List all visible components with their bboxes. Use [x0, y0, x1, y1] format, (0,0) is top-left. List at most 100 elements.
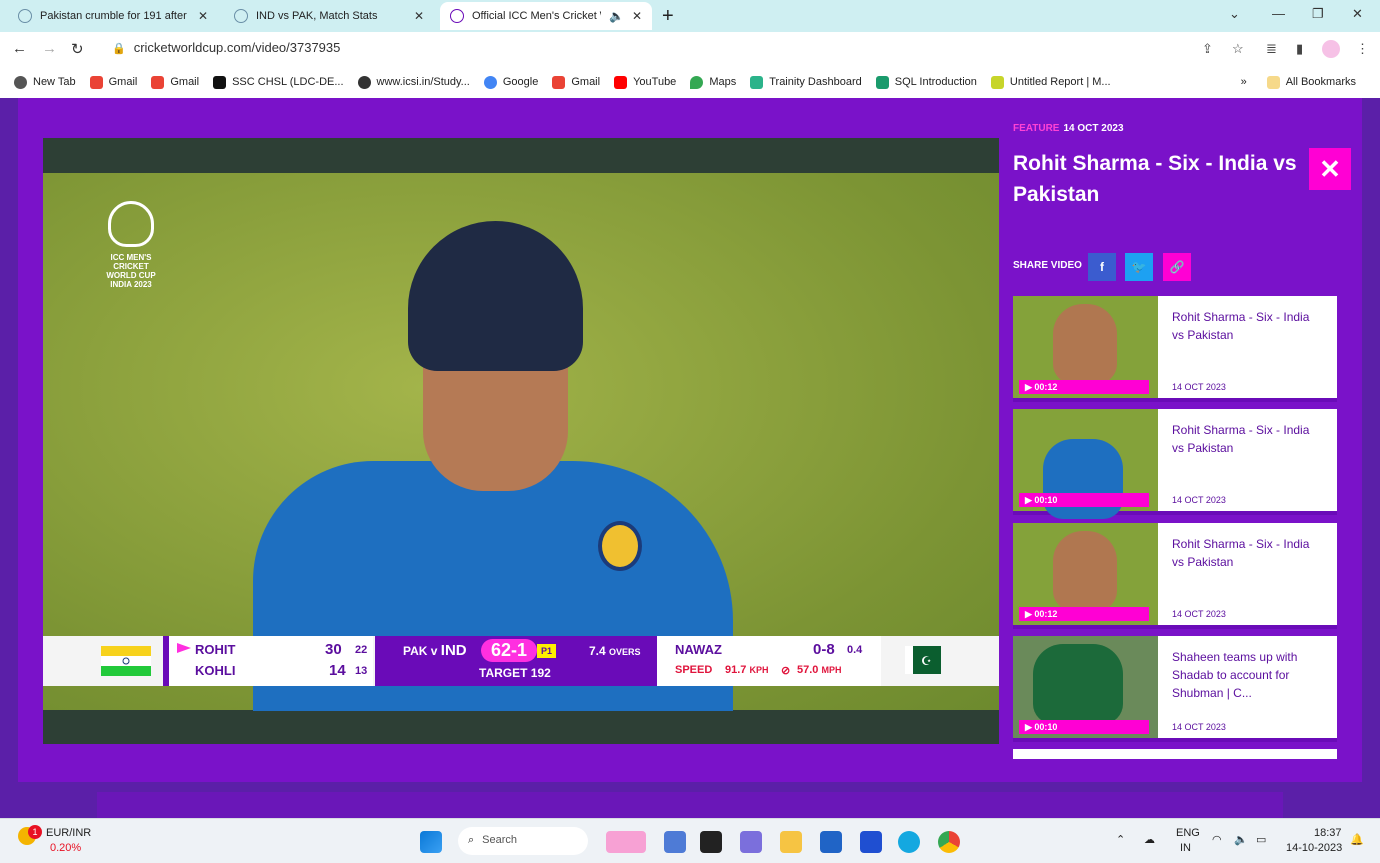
forward-icon[interactable]: → — [42, 40, 57, 57]
close-tab-icon[interactable]: ✕ — [414, 9, 424, 23]
speaker-icon[interactable]: 🔈 — [609, 9, 624, 23]
teams-icon[interactable] — [740, 831, 762, 853]
bookmark-item[interactable]: YouTube — [614, 75, 676, 89]
app-icon[interactable] — [700, 831, 722, 853]
india-flag-icon — [101, 646, 151, 676]
share-label: SHARE VIDEO — [1013, 260, 1082, 271]
browser-tab[interactable]: IND vs PAK, Match Stats ✕ — [224, 2, 438, 30]
maximize-button[interactable]: ❐ — [1312, 6, 1324, 22]
batters-panel: ROHIT 30 22 KOHLI 14 13 — [163, 636, 373, 686]
app-icon[interactable] — [898, 831, 920, 853]
notification-bell-icon[interactable]: 🔔 — [1350, 833, 1364, 846]
store-icon[interactable] — [820, 831, 842, 853]
profile-avatar[interactable] — [1322, 40, 1340, 58]
tab-title: IND vs PAK, Match Stats — [256, 10, 378, 22]
tab-title: Official ICC Men's Cricket W — [472, 10, 601, 22]
volume-icon[interactable]: 🔈 — [1234, 833, 1248, 846]
app-icon[interactable] — [860, 831, 882, 853]
tab-search-icon[interactable]: ⌄ — [1229, 6, 1240, 22]
bookmark-item[interactable]: Untitled Report | M... — [990, 75, 1111, 89]
cloud-icon[interactable]: ☁ — [1144, 833, 1155, 846]
search-icon: ⌕ — [468, 834, 475, 846]
site-favicon-icon — [234, 9, 248, 23]
taskbar-search[interactable]: ⌕ Search — [458, 827, 588, 855]
bookmark-item[interactable]: Maps — [690, 75, 736, 89]
ball-icon: ⊘ — [781, 665, 791, 677]
chrome-icon[interactable] — [938, 831, 960, 853]
sidebar-icon[interactable]: ▮ — [1296, 41, 1303, 57]
bookmarks-bar: New Tab Gmail Gmail SSC CHSL (LDC-DE... … — [0, 68, 1380, 96]
url-field[interactable]: 🔒 cricketworldcup.com/video/3737935 — [112, 40, 340, 55]
close-modal-button[interactable]: ✕ — [1309, 148, 1351, 190]
bowler-panel: NAWAZ 0-8 0.4 SPEED 91.7 KPH ⊘ 57.0 MPH — [657, 636, 881, 686]
player-head-shape — [1043, 439, 1123, 519]
minimize-button[interactable]: — — [1272, 6, 1285, 21]
youtube-icon — [614, 75, 628, 89]
globe-icon — [357, 75, 371, 89]
language-indicator[interactable]: ENG — [1176, 827, 1200, 839]
facebook-share-icon[interactable]: f — [1088, 253, 1116, 281]
gmail-icon — [151, 75, 165, 89]
browser-chrome: Pakistan crumble for 191 after s ✕ IND v… — [0, 0, 1380, 98]
related-video-card[interactable]: ▶ 00:10 Rohit Sharma - Six - India vs Pa… — [1013, 409, 1337, 519]
bookmark-item[interactable]: Gmail — [89, 75, 137, 89]
bookmark-item[interactable]: Google — [483, 75, 538, 89]
powerplay-badge: P1 — [537, 643, 557, 658]
related-video-card[interactable]: ▶ 00:10 Shaheen teams up with Shadab to … — [1013, 636, 1337, 742]
reload-icon[interactable]: ↻ — [71, 40, 84, 58]
report-icon — [990, 75, 1004, 89]
bookmark-item[interactable]: Gmail — [151, 75, 199, 89]
close-tab-icon[interactable]: ✕ — [632, 9, 642, 23]
battery-icon[interactable]: ▭ — [1256, 833, 1266, 846]
bookmark-item[interactable]: www.icsi.in/Study... — [357, 75, 470, 89]
windows-start-icon[interactable] — [420, 831, 442, 853]
ticker-name[interactable]: EUR/INR — [46, 827, 91, 839]
file-explorer-icon[interactable] — [780, 831, 802, 853]
bookmark-item[interactable]: SSC CHSL (LDC-DE... — [213, 75, 344, 89]
notification-badge: 1 — [28, 825, 42, 839]
clock-date: 14-10-2023 — [1286, 842, 1343, 854]
google-icon — [483, 75, 497, 89]
copilot-icon[interactable] — [664, 831, 686, 853]
media-icon[interactable]: ≣ — [1266, 41, 1277, 57]
browser-tab-active[interactable]: Official ICC Men's Cricket W 🔈 ✕ — [440, 2, 652, 30]
back-icon[interactable]: ← — [12, 40, 27, 57]
related-video-card[interactable]: ▶ 00:12 Rohit Sharma - Six - India vs Pa… — [1013, 523, 1337, 629]
lock-icon: 🔒 — [112, 43, 126, 55]
more-bookmarks-button[interactable]: » — [1241, 76, 1247, 88]
new-tab-button[interactable]: + — [662, 5, 674, 28]
copy-link-icon[interactable]: 🔗 — [1163, 253, 1191, 281]
bookmark-item[interactable]: Gmail — [552, 75, 600, 89]
clock-time[interactable]: 18:37 — [1314, 827, 1342, 839]
related-video-card[interactable] — [1013, 749, 1337, 759]
menu-icon[interactable]: ⋮ — [1356, 41, 1369, 57]
bookmark-item[interactable]: Trainity Dashboard — [750, 75, 862, 89]
star-icon[interactable]: ☆ — [1232, 41, 1244, 57]
share-icon[interactable]: ⇪ — [1202, 41, 1213, 57]
browser-tab[interactable]: Pakistan crumble for 191 after s ✕ — [8, 2, 222, 30]
close-tab-icon[interactable]: ✕ — [198, 9, 208, 23]
score-pill: 62-1 — [481, 639, 538, 662]
twitter-share-icon[interactable]: 🐦 — [1125, 253, 1153, 281]
video-player[interactable]: ICC MEN'S CRICKET WORLD CUP INDIA 2023 R… — [43, 138, 999, 744]
gmail-icon — [89, 75, 103, 89]
windows-taskbar: 1 EUR/INR 0.20% ⌕ Search ⌃ ☁ ENG IN ◠ 🔈 ▭… — [0, 818, 1380, 863]
video-sidebar: FEATURE 14 OCT 2023 Rohit Sharma - Six - … — [1013, 98, 1351, 782]
close-window-button[interactable]: ✕ — [1352, 6, 1363, 22]
wifi-icon[interactable]: ◠ — [1212, 833, 1222, 846]
video-frame[interactable]: ICC MEN'S CRICKET WORLD CUP INDIA 2023 R… — [43, 173, 999, 711]
video-thumbnail: ▶ 00:12 — [1013, 523, 1158, 625]
related-video-card[interactable]: ▶ 00:12 Rohit Sharma - Six - India vs Pa… — [1013, 296, 1337, 402]
widget-icon[interactable] — [606, 831, 646, 853]
chevron-up-icon[interactable]: ⌃ — [1116, 833, 1125, 846]
video-modal: ICC MEN'S CRICKET WORLD CUP INDIA 2023 R… — [18, 98, 1362, 782]
bookmark-item[interactable]: New Tab — [14, 75, 76, 89]
feature-meta: FEATURE 14 OCT 2023 — [1013, 123, 1124, 134]
score-bar: ROHIT 30 22 KOHLI 14 13 PAK v IND 62-1 P1… — [43, 636, 999, 686]
all-bookmarks-button[interactable]: All Bookmarks — [1266, 75, 1356, 89]
bookmark-item[interactable]: SQL Introduction — [875, 75, 977, 89]
card-title: Rohit Sharma - Six - India vs Pakistan — [1172, 310, 1310, 342]
site-favicon-icon — [18, 9, 32, 23]
helmet-shape — [408, 221, 583, 371]
pakistan-flag-icon: ☪ — [905, 646, 941, 674]
